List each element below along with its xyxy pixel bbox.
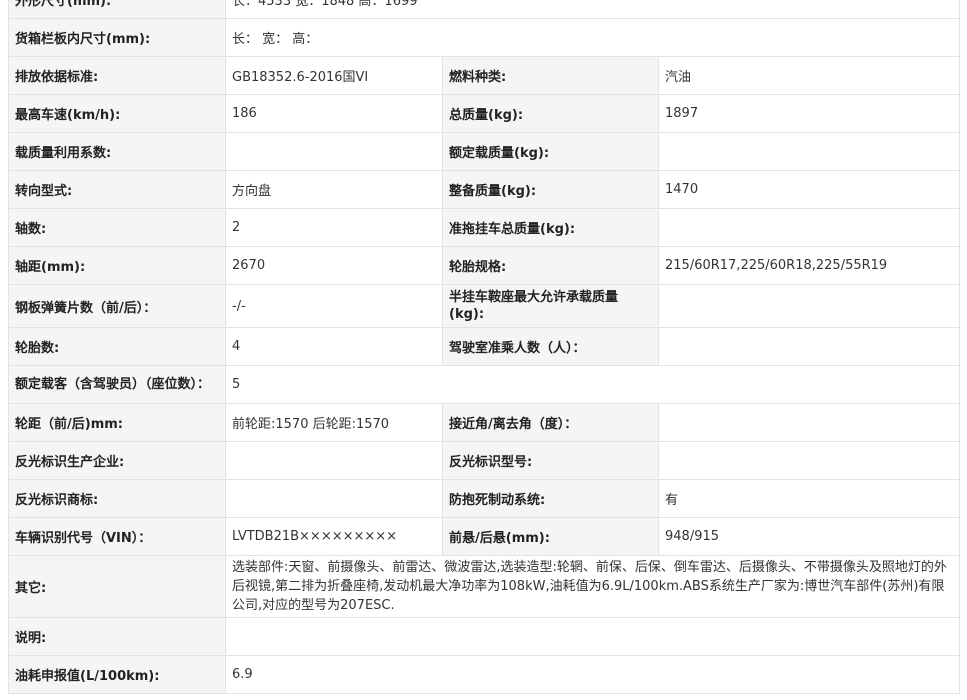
- spec-label: 轴数:: [8, 208, 226, 247]
- spec-row: 外形尺寸(mm): 长：4533 宽：1848 高：1699: [8, 0, 961, 19]
- spec-row: 轮距（前/后)mm: 前轮距:1570 后轮距:1570 接近角/离去角（度）：: [8, 403, 961, 442]
- spec-row: 其它: 选装部件:天窗、前摄像头、前雷达、微波雷达,选装造型:轮辋、前保、后保、倒…: [8, 555, 961, 618]
- spec-label: 轴距(mm):: [8, 246, 226, 285]
- spec-value: 长：4533 宽：1848 高：1699: [224, 0, 961, 19]
- spec-value: 1470: [657, 170, 961, 209]
- spec-row: 最高车速(km/h): 186 总质量(kg): 1897: [8, 94, 961, 133]
- spec-label: 额定载质量(kg):: [442, 132, 659, 171]
- spec-label: 外形尺寸(mm):: [8, 0, 226, 19]
- spec-row: 载质量利用系数: 额定载质量(kg):: [8, 132, 961, 171]
- spec-label: 准拖挂车总质量(kg):: [442, 208, 659, 247]
- spec-label: 半挂车鞍座最大允许承载质量(kg):: [442, 284, 659, 328]
- spec-label: 轮胎规格:: [442, 246, 659, 285]
- spec-label: 车辆识别代号（VIN）：: [8, 517, 226, 556]
- spec-value: GB18352.6-2016国VI: [225, 56, 443, 95]
- spec-label: 燃料种类:: [442, 56, 659, 95]
- spec-label: 反光标识商标:: [8, 479, 226, 518]
- spec-row: 油耗申报值(L/100km): 6.9: [8, 655, 961, 694]
- spec-row: 转向型式: 方向盘 整备质量(kg): 1470: [8, 170, 961, 209]
- spec-row: 反光标识生产企业: 反光标识型号:: [8, 441, 961, 480]
- spec-value: 5: [224, 365, 961, 404]
- spec-row: 货箱栏板内尺寸(mm): 长： 宽： 高：: [8, 18, 961, 57]
- spec-label: 整备质量(kg):: [442, 170, 659, 209]
- spec-value: 2: [225, 208, 443, 247]
- spec-value: [657, 132, 961, 171]
- spec-value: -/-: [225, 284, 443, 328]
- spec-row: 轮胎数: 4 驾驶室准乘人数（人）：: [8, 327, 961, 366]
- spec-label: 接近角/离去角（度）：: [442, 403, 659, 442]
- spec-value: 186: [225, 94, 443, 133]
- spec-row: 排放依据标准: GB18352.6-2016国VI 燃料种类: 汽油: [8, 56, 961, 95]
- spec-value: [224, 617, 961, 656]
- spec-row: 反光标识商标: 防抱死制动系统: 有: [8, 479, 961, 518]
- spec-label: 最高车速(km/h):: [8, 94, 226, 133]
- spec-label: 防抱死制动系统:: [442, 479, 659, 518]
- spec-value: [657, 284, 961, 328]
- spec-value: LVTDB21B×××××××××: [225, 517, 443, 556]
- spec-label: 说明:: [8, 617, 226, 656]
- spec-label: 排放依据标准:: [8, 56, 226, 95]
- spec-label: 反光标识生产企业:: [8, 441, 226, 480]
- spec-value: 前轮距:1570 后轮距:1570: [225, 403, 443, 442]
- spec-label: 总质量(kg):: [442, 94, 659, 133]
- spec-label: 转向型式:: [8, 170, 226, 209]
- spec-row: 车辆识别代号（VIN）： LVTDB21B××××××××× 前悬/后悬(mm): 9…: [8, 517, 961, 556]
- spec-value: 选装部件:天窗、前摄像头、前雷达、微波雷达,选装造型:轮辋、前保、后保、倒车雷达…: [224, 555, 961, 618]
- spec-value: 1897: [657, 94, 961, 133]
- spec-label: 驾驶室准乘人数（人）：: [442, 327, 659, 366]
- spec-value: [657, 441, 961, 480]
- spec-table-body: 外形尺寸(mm): 长：4533 宽：1848 高：1699 货箱栏板内尺寸(mm)…: [8, 0, 961, 694]
- spec-value: 汽油: [657, 56, 961, 95]
- spec-value: 长： 宽： 高：: [224, 18, 961, 57]
- spec-label: 油耗申报值(L/100km):: [8, 655, 226, 694]
- spec-label: 钢板弹簧片数（前/后）：: [8, 284, 226, 328]
- spec-label: 反光标识型号:: [442, 441, 659, 480]
- spec-row: 额定载客（含驾驶员）（座位数）： 5: [8, 365, 961, 404]
- spec-value: [225, 441, 443, 480]
- spec-label: 额定载客（含驾驶员）（座位数）：: [8, 365, 226, 404]
- spec-value: 948/915: [657, 517, 961, 556]
- spec-row: 说明:: [8, 617, 961, 656]
- spec-label: 前悬/后悬(mm):: [442, 517, 659, 556]
- spec-value: [225, 479, 443, 518]
- spec-label: 轮胎数:: [8, 327, 226, 366]
- spec-value: 有: [657, 479, 961, 518]
- spec-value: 215/60R17,225/60R18,225/55R19: [657, 246, 961, 285]
- spec-row: 钢板弹簧片数（前/后）： -/- 半挂车鞍座最大允许承载质量(kg):: [8, 284, 961, 328]
- spec-label: 轮距（前/后)mm:: [8, 403, 226, 442]
- spec-value: 2670: [225, 246, 443, 285]
- spec-label: 其它:: [8, 555, 226, 618]
- spec-label: 载质量利用系数:: [8, 132, 226, 171]
- vehicle-spec-table: 外形尺寸(mm): 长：4533 宽：1848 高：1699 货箱栏板内尺寸(mm)…: [8, 0, 961, 694]
- spec-value: 6.9: [224, 655, 961, 694]
- spec-row: 轴数: 2 准拖挂车总质量(kg):: [8, 208, 961, 247]
- spec-value: [657, 403, 961, 442]
- spec-row: 轴距(mm): 2670 轮胎规格: 215/60R17,225/60R18,225/…: [8, 246, 961, 285]
- spec-value: [225, 132, 443, 171]
- spec-value: 方向盘: [225, 170, 443, 209]
- spec-value: [657, 208, 961, 247]
- spec-label: 货箱栏板内尺寸(mm):: [8, 18, 226, 57]
- spec-value: 4: [225, 327, 443, 366]
- spec-value: [657, 327, 961, 366]
